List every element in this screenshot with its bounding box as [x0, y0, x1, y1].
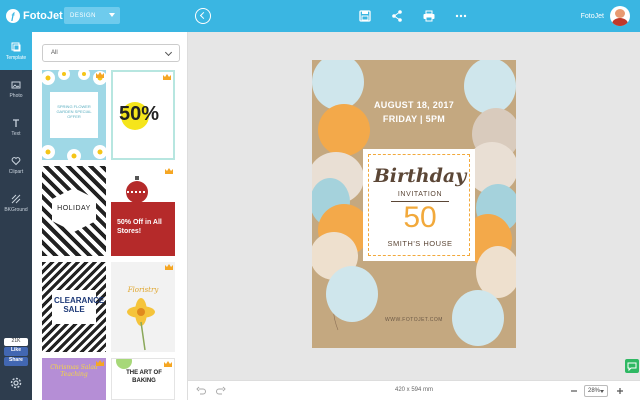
- template-thumbnail[interactable]: HOLIDAY: [42, 166, 106, 256]
- sidebar: Template Photo Text Clipart BKGround 21K…: [0, 32, 32, 400]
- crown-icon: [96, 72, 104, 78]
- dashed-frame: Birthday INVITATION 50 SMITH'S HOUSE: [368, 154, 470, 256]
- template-thumbnail[interactable]: Chrismas Salad Teaching: [42, 358, 106, 400]
- back-button[interactable]: [195, 8, 211, 24]
- green-dot: [116, 359, 132, 369]
- template-text: THE ART OF BAKING: [126, 370, 162, 384]
- save-icon[interactable]: [358, 9, 372, 23]
- zoom-value: 28%: [588, 388, 601, 394]
- sidebar-item-label: Photo: [9, 92, 23, 99]
- sidebar-item-template[interactable]: Template: [0, 32, 32, 70]
- mode-label: DESIGN: [70, 12, 97, 19]
- template-text: Floristry: [127, 286, 159, 294]
- poster-age[interactable]: 50: [369, 201, 471, 235]
- bottom-bar: 420 x 594 mm 28%: [188, 380, 640, 400]
- crown-icon: [96, 360, 104, 366]
- poster-title[interactable]: Birthday: [369, 165, 471, 187]
- poster-subtitle[interactable]: INVITATION: [369, 191, 471, 198]
- template-text: SPRING FLOWER GARDEN SPECIAL OFFER: [56, 104, 92, 119]
- template-panel: All SPRING FLOWER GARDEN SPECIAL OFFER 5…: [32, 32, 188, 400]
- flower-decoration: [127, 298, 155, 351]
- template-thumbnail[interactable]: Floristry: [111, 262, 175, 352]
- crown-icon: [165, 264, 173, 270]
- gear-icon[interactable]: [9, 376, 23, 390]
- template-text: Chrismas Salad Teaching: [50, 364, 98, 378]
- poster-website[interactable]: WWW.FOTOJET.COM: [312, 317, 516, 323]
- template-icon: [11, 42, 21, 51]
- template-text: HOLIDAY: [57, 205, 91, 212]
- chevron-down-icon: [164, 48, 173, 57]
- text-icon: [13, 118, 19, 127]
- fotojet-logo-icon: ƒ: [6, 9, 20, 23]
- logo-text: FotoJet: [23, 10, 63, 22]
- invitation-card[interactable]: Birthday INVITATION 50 SMITH'S HOUSE: [363, 149, 475, 261]
- poster-venue[interactable]: SMITH'S HOUSE: [369, 239, 471, 248]
- user-name: FotoJet: [580, 12, 604, 20]
- filter-value: All: [51, 50, 58, 56]
- sidebar-item-label: Text: [11, 130, 21, 137]
- ornament-icon: [126, 176, 148, 203]
- facebook-share-button[interactable]: Share: [4, 357, 28, 366]
- sidebar-item-clipart[interactable]: Clipart: [0, 146, 32, 184]
- facebook-like-button[interactable]: Like: [4, 347, 28, 356]
- print-icon[interactable]: [422, 9, 436, 23]
- app-logo[interactable]: ƒ FotoJet: [6, 8, 63, 24]
- event-time[interactable]: FRIDAY | 5PM: [312, 114, 516, 124]
- crown-icon: [164, 361, 172, 367]
- template-text: 50% Off in All Stores!: [117, 219, 162, 235]
- user-menu[interactable]: FotoJet: [581, 6, 630, 26]
- caret-down-icon: [109, 13, 115, 17]
- mode-dropdown[interactable]: DESIGN: [64, 7, 120, 24]
- background-icon: [11, 194, 21, 203]
- facebook-like-count: 21K: [4, 338, 28, 346]
- zoom-out-icon[interactable]: [570, 387, 578, 395]
- category-filter-dropdown[interactable]: All: [42, 44, 180, 62]
- sidebar-item-photo[interactable]: Photo: [0, 70, 32, 108]
- template-thumbnail[interactable]: SPRING FLOWER GARDEN SPECIAL OFFER: [42, 70, 106, 160]
- birthday-poster[interactable]: AUGUST 18, 2017 FRIDAY | 5PM Birthday IN…: [312, 60, 516, 348]
- heart-icon: [11, 156, 21, 165]
- top-bar: ƒ FotoJet DESIGN FotoJet: [0, 0, 640, 32]
- avatar: [610, 6, 630, 26]
- sidebar-item-label: BKGround: [4, 206, 28, 213]
- more-icon[interactable]: [454, 9, 468, 23]
- template-thumbnail[interactable]: THE ART OF BAKING: [111, 358, 175, 400]
- design-canvas[interactable]: AUGUST 18, 2017 FRIDAY | 5PM Birthday IN…: [188, 32, 640, 380]
- template-text: CLEARANCE SALE: [54, 296, 105, 314]
- template-thumbnail[interactable]: 50%: [111, 70, 175, 160]
- zoom-in-icon[interactable]: [616, 387, 624, 395]
- photo-icon: [11, 81, 21, 88]
- sidebar-item-label: Template: [5, 54, 27, 61]
- sidebar-item-label: Clipart: [8, 168, 24, 175]
- chat-icon: [627, 362, 637, 372]
- sidebar-item-text[interactable]: Text: [0, 108, 32, 146]
- crown-icon: [163, 74, 171, 80]
- template-thumbnail[interactable]: 50% Off in All Stores!: [111, 166, 175, 256]
- crown-icon: [165, 168, 173, 174]
- share-icon[interactable]: [390, 9, 404, 23]
- event-date[interactable]: AUGUST 18, 2017: [312, 100, 516, 110]
- template-text: 50%: [119, 103, 160, 125]
- template-thumbnail[interactable]: CLEARANCE SALE: [42, 262, 106, 352]
- zoom-select[interactable]: 28%: [584, 385, 608, 397]
- chat-button[interactable]: [625, 359, 639, 373]
- sidebar-item-background[interactable]: BKGround: [0, 184, 32, 222]
